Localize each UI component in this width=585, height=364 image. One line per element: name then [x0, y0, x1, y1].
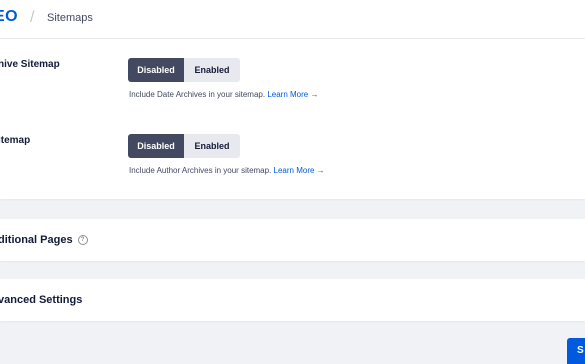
learn-more-link[interactable]: Learn More →	[267, 90, 318, 99]
disabled-option[interactable]: Disabled	[128, 58, 184, 82]
top-bar: EO / Sitemaps	[0, 0, 585, 39]
advanced-settings-title: vanced Settings	[0, 294, 83, 306]
author-toggle: Disabled Enabled	[128, 134, 240, 158]
author-description: Include Author Archives in your sitemap.…	[129, 166, 325, 175]
description-text: Include Author Archives in your sitemap.	[129, 166, 272, 175]
additional-pages-label: ditional Pages	[0, 234, 73, 246]
aioseo-logo[interactable]: EO	[0, 8, 18, 26]
additional-pages-card[interactable]: ditional Pages?	[0, 219, 585, 261]
enabled-option[interactable]: Enabled	[184, 134, 240, 158]
author-sitemap-label: itemap	[0, 135, 31, 146]
help-circle-icon[interactable]: ?	[77, 235, 88, 246]
breadcrumb-current: Sitemaps	[47, 12, 93, 24]
learn-more-link[interactable]: Learn More →	[274, 166, 325, 175]
date-archive-toggle: Disabled Enabled	[128, 58, 240, 82]
enabled-option[interactable]: Enabled	[184, 58, 240, 82]
breadcrumb-separator: /	[30, 9, 35, 26]
date-archive-sitemap-label: hive Sitemap	[0, 59, 60, 70]
additional-pages-title: ditional Pages?	[0, 234, 88, 246]
sitemap-settings-card: hive Sitemap Disabled Enabled Include Da…	[0, 39, 585, 199]
disabled-option[interactable]: Disabled	[128, 134, 184, 158]
date-archive-description: Include Date Archives in your sitemap. L…	[129, 90, 318, 99]
description-text: Include Date Archives in your sitemap.	[129, 90, 266, 99]
advanced-settings-card[interactable]: vanced Settings	[0, 279, 585, 321]
save-changes-button[interactable]: S	[567, 338, 585, 364]
